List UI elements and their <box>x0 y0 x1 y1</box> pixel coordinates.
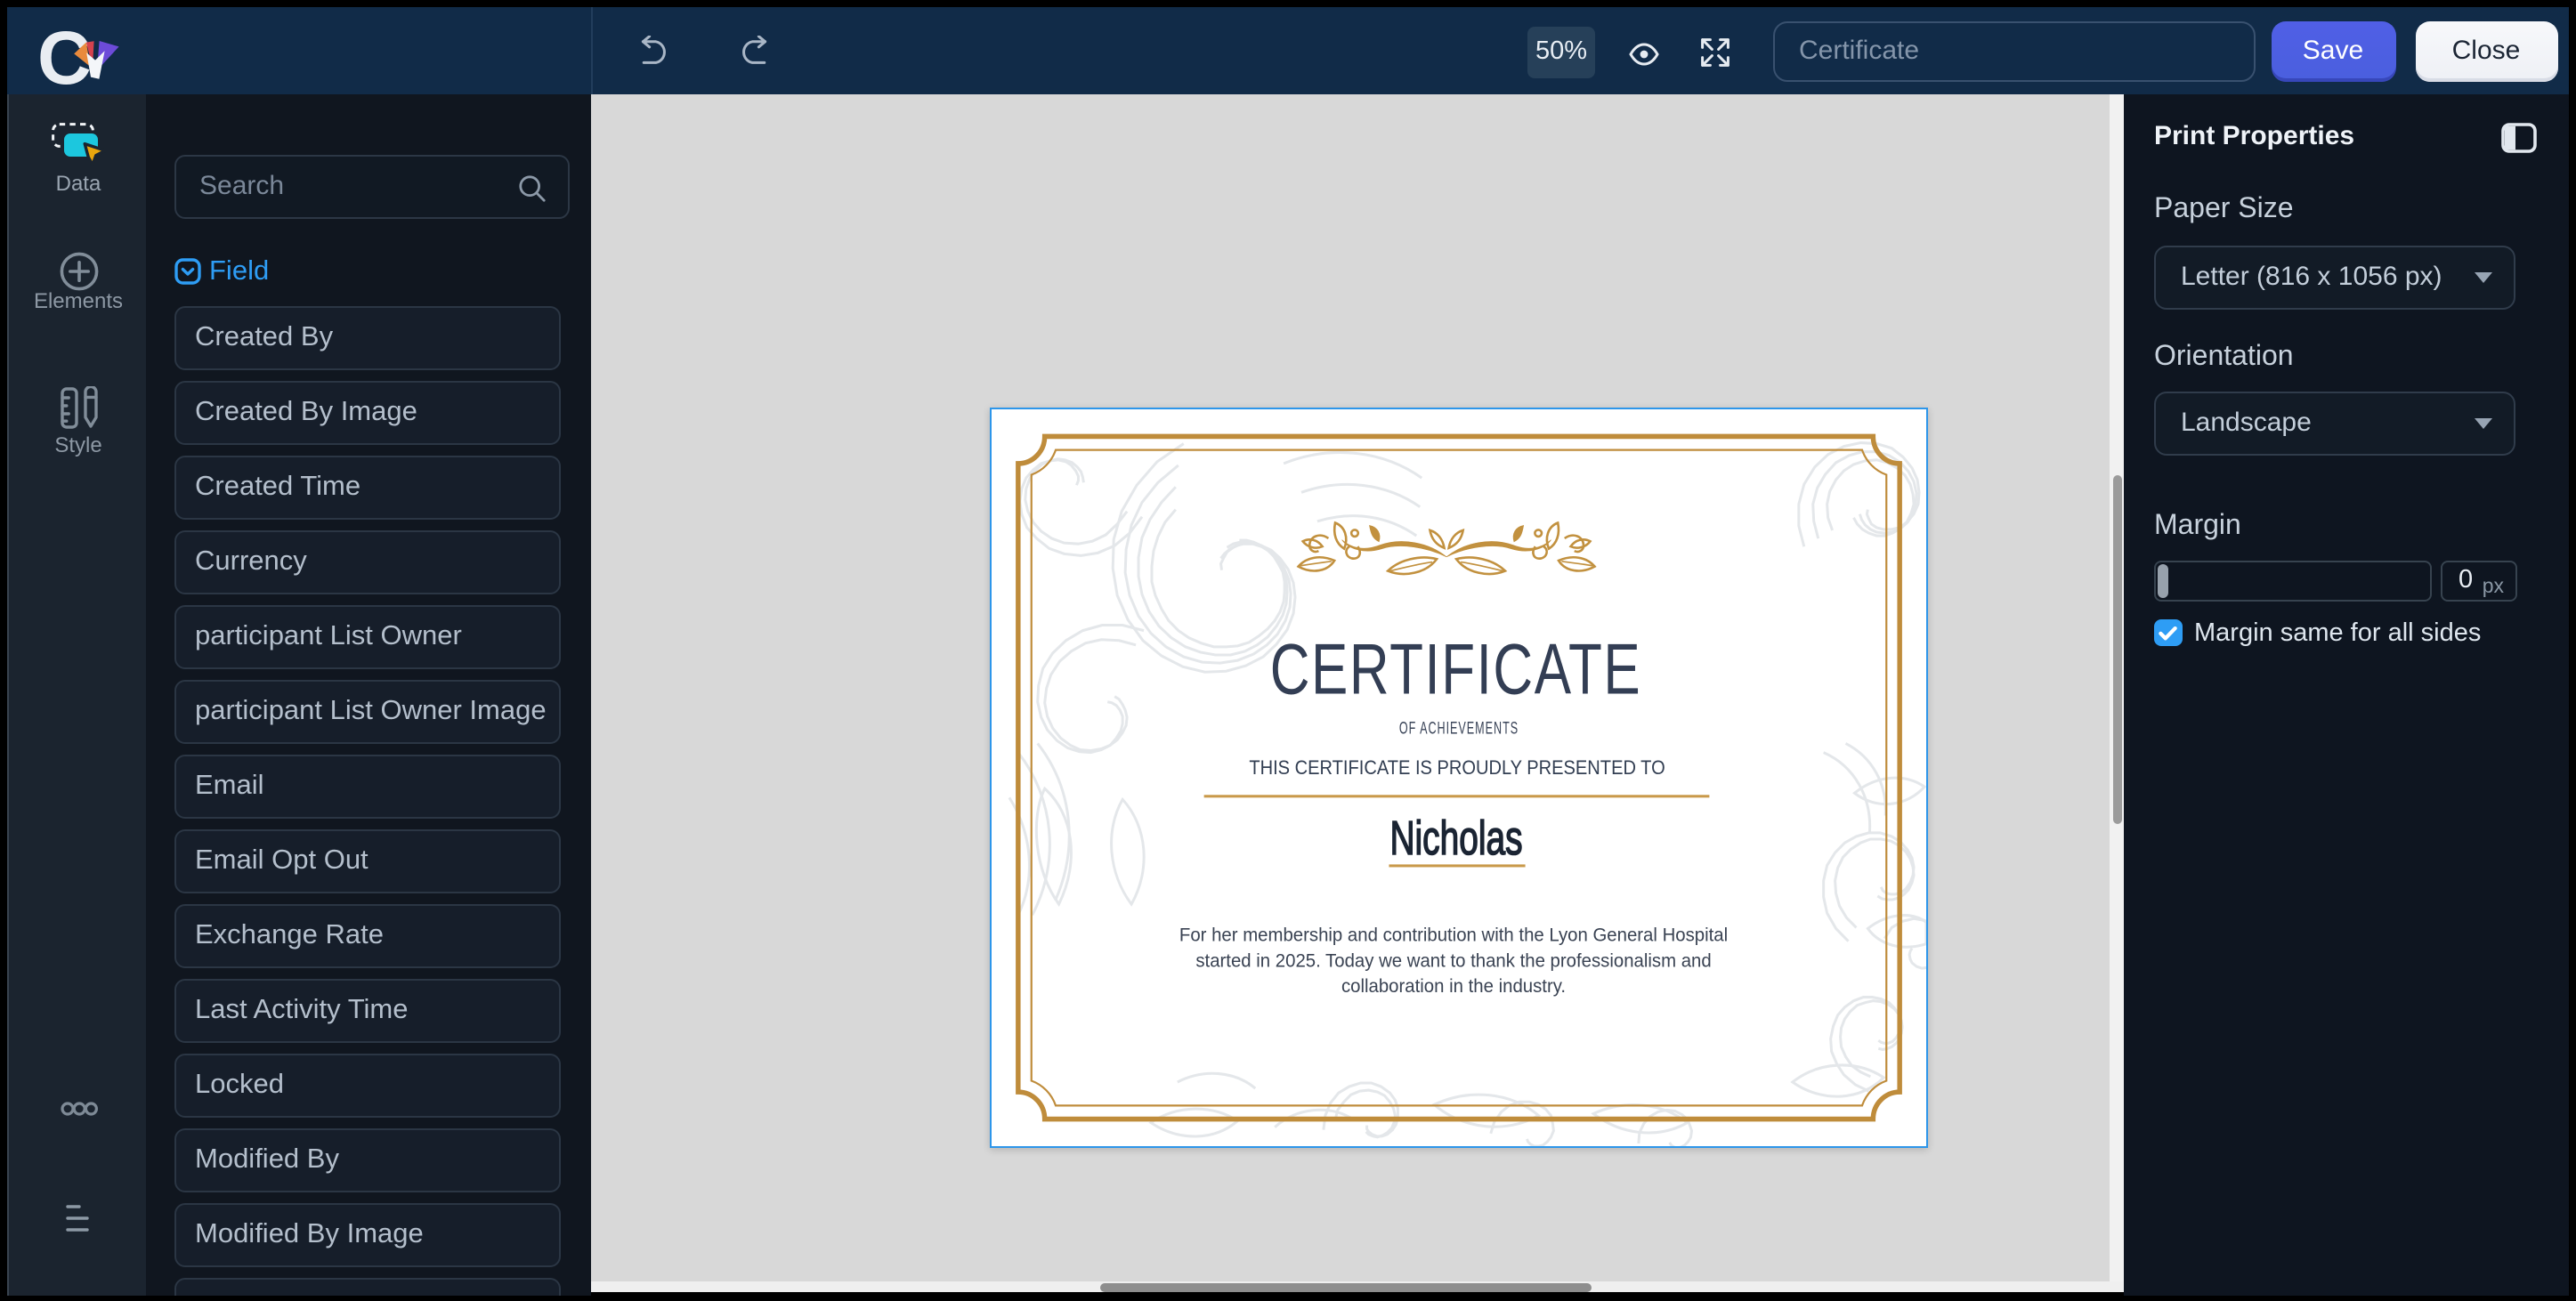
svg-text:collaboration in the industry.: collaboration in the industry. <box>1341 975 1566 996</box>
svg-text:OF ACHIEVEMENTS: OF ACHIEVEMENTS <box>1399 717 1519 737</box>
svg-text:started in 2025. Today we want: started in 2025. Today we want to thank … <box>1195 949 1711 970</box>
svg-text:Nicholas: Nicholas <box>1389 812 1522 865</box>
svg-text:THIS CERTIFICATE IS PROUDLY PR: THIS CERTIFICATE IS PROUDLY PRESENTED TO <box>1249 756 1665 778</box>
svg-text:For her membership and contrib: For her membership and contribution with… <box>1179 924 1728 944</box>
svg-text:CERTIFICATE: CERTIFICATE <box>1270 628 1642 709</box>
